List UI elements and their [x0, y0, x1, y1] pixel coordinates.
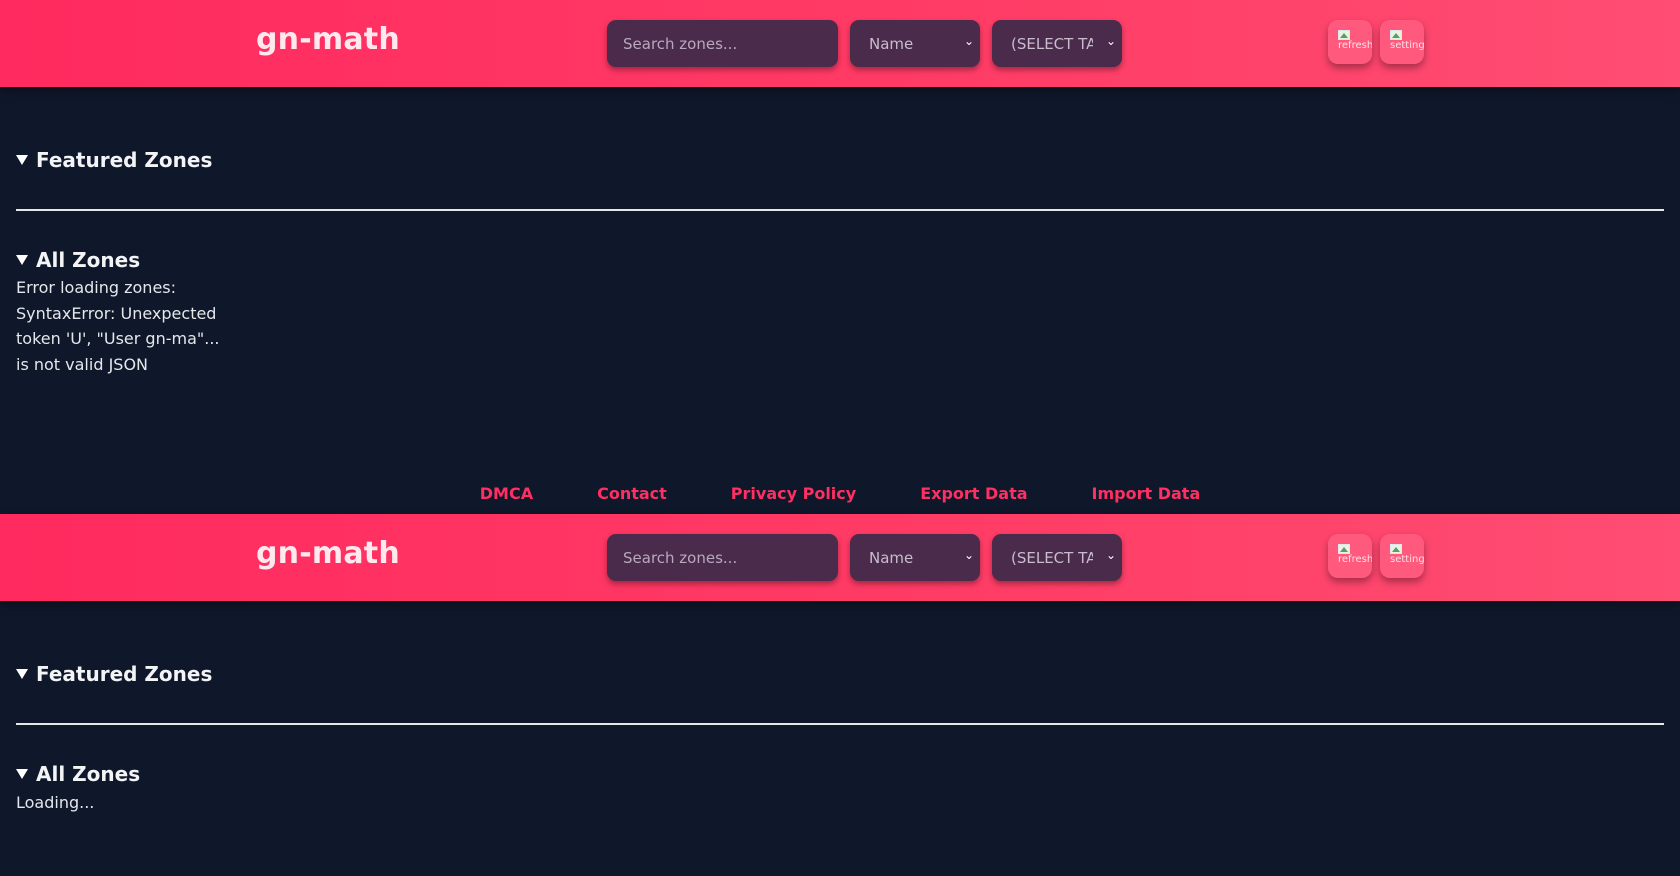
refresh-icon: refresh	[1338, 544, 1372, 566]
featured-zones-title: Featured Zones	[36, 662, 213, 686]
footer-link-export-data[interactable]: Export Data	[920, 484, 1027, 503]
error-message: Error loading zones: SyntaxError: Unexpe…	[16, 278, 220, 374]
chevron-down-icon: ⌄	[963, 34, 974, 48]
chevron-down-icon: ⌄	[963, 548, 974, 562]
triangle-down-icon	[16, 255, 28, 265]
footer-link-dmca[interactable]: DMCA	[480, 484, 533, 503]
page-frame-1: gn-math Name ⌄ (SELECT TAG) ⌄ refresh se…	[0, 0, 1680, 514]
refresh-icon: refresh	[1338, 30, 1372, 52]
featured-zones-toggle[interactable]: Featured Zones	[16, 662, 212, 686]
settings-button[interactable]: settings	[1380, 20, 1424, 64]
all-zones-toggle[interactable]: All Zones	[16, 248, 140, 272]
top-header: gn-math Name ⌄ (SELECT TAG) ⌄ refresh se…	[0, 514, 1680, 601]
chevron-down-icon: ⌄	[1105, 34, 1116, 48]
tag-select-value: (SELECT TAG)	[1011, 548, 1093, 567]
site-logo[interactable]: gn-math	[256, 536, 400, 571]
settings-icon: settings	[1390, 30, 1424, 52]
featured-zones-title: Featured Zones	[36, 148, 213, 172]
refresh-button[interactable]: refresh	[1328, 534, 1372, 578]
site-logo[interactable]: gn-math	[256, 22, 400, 57]
divider	[16, 723, 1664, 725]
all-zones-title: All Zones	[36, 762, 141, 786]
sort-select[interactable]: Name ⌄	[850, 20, 980, 67]
settings-button[interactable]: settings	[1380, 534, 1424, 578]
all-zones-toggle[interactable]: All Zones	[16, 762, 140, 786]
tag-select[interactable]: (SELECT TAG) ⌄	[992, 534, 1122, 581]
triangle-down-icon	[16, 155, 28, 165]
settings-icon: settings	[1390, 544, 1424, 566]
all-zones-title: All Zones	[36, 248, 141, 272]
search-input[interactable]	[607, 534, 838, 581]
divider	[16, 209, 1664, 211]
triangle-down-icon	[16, 769, 28, 779]
featured-zones-toggle[interactable]: Featured Zones	[16, 148, 212, 172]
sort-select-value: Name	[869, 548, 914, 567]
page-frame-2: gn-math Name ⌄ (SELECT TAG) ⌄ refresh se…	[0, 514, 1680, 876]
top-header: gn-math Name ⌄ (SELECT TAG) ⌄ refresh se…	[0, 0, 1680, 87]
footer-links: DMCA Contact Privacy Policy Export Data …	[0, 484, 1680, 503]
chevron-down-icon: ⌄	[1105, 548, 1116, 562]
footer-link-privacy-policy[interactable]: Privacy Policy	[731, 484, 856, 503]
refresh-button[interactable]: refresh	[1328, 20, 1372, 64]
footer-link-contact[interactable]: Contact	[597, 484, 667, 503]
triangle-down-icon	[16, 669, 28, 679]
sort-select[interactable]: Name ⌄	[850, 534, 980, 581]
tag-select[interactable]: (SELECT TAG) ⌄	[992, 20, 1122, 67]
footer-link-import-data[interactable]: Import Data	[1092, 484, 1201, 503]
tag-select-value: (SELECT TAG)	[1011, 34, 1093, 53]
search-input[interactable]	[607, 20, 838, 67]
sort-select-value: Name	[869, 34, 914, 53]
loading-message: Loading...	[16, 793, 95, 812]
